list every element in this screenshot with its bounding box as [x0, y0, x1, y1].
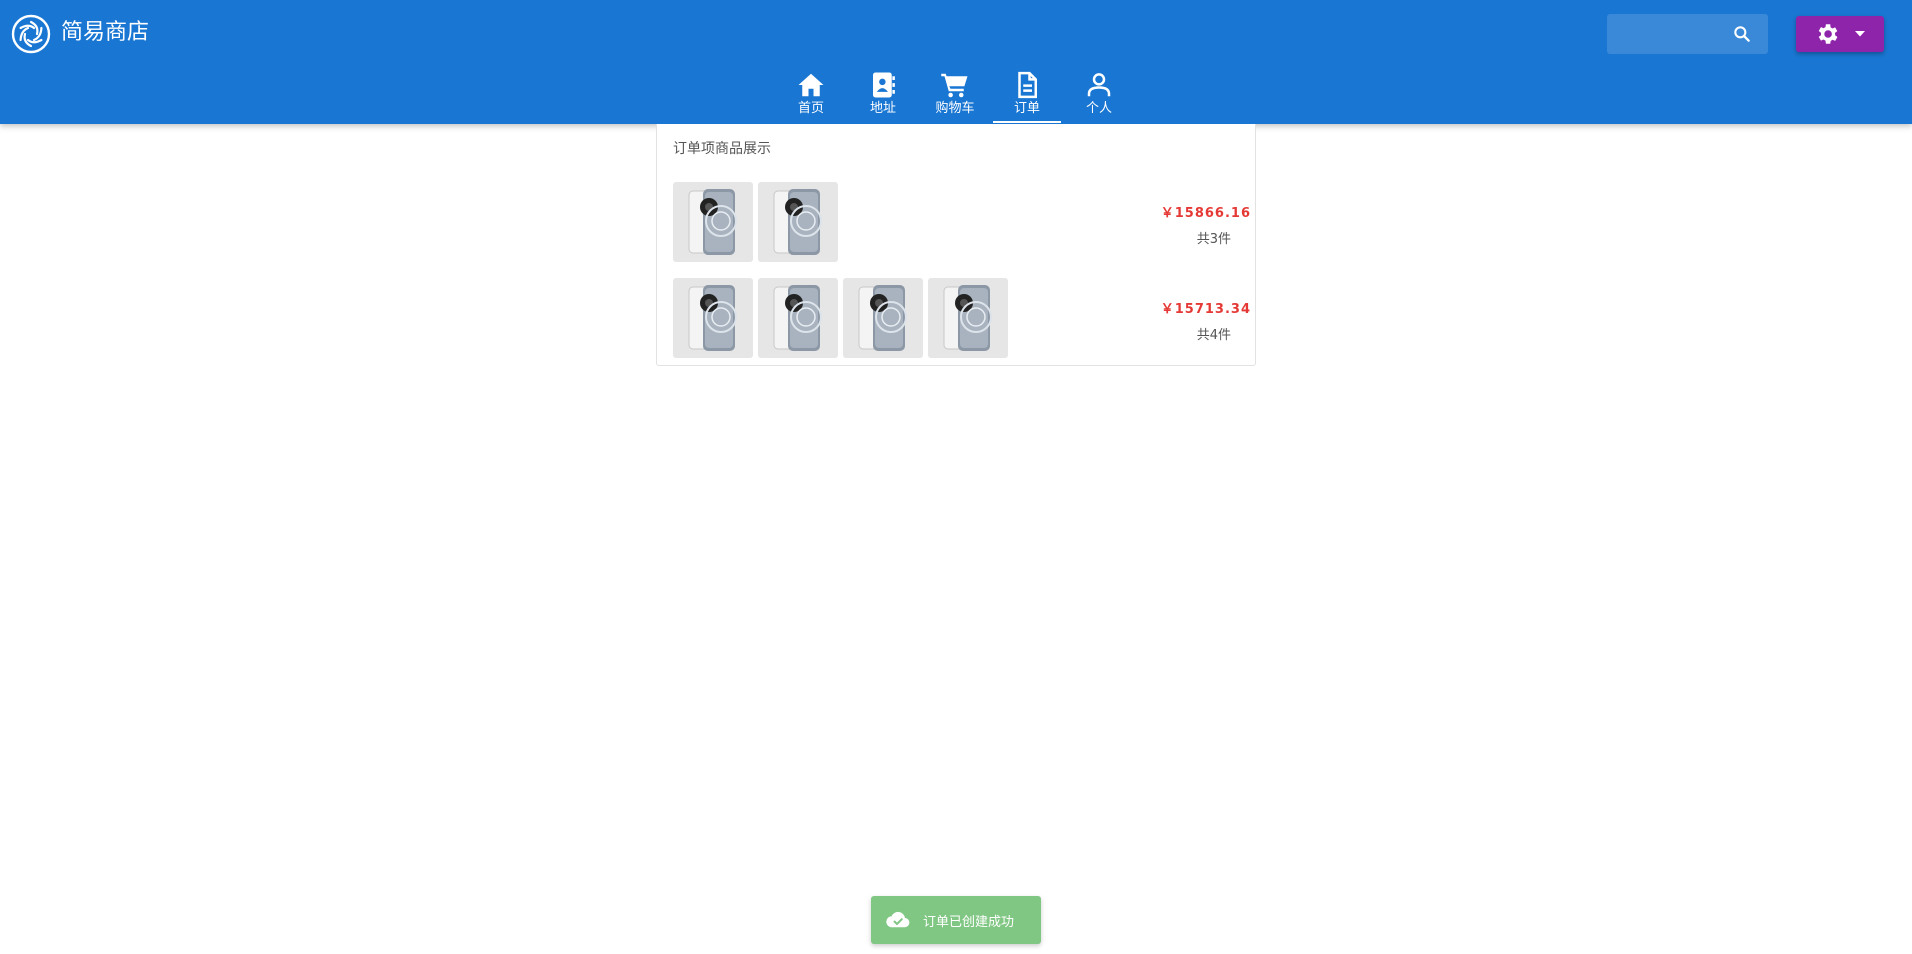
cart-icon — [941, 73, 968, 98]
product-thumbnail[interactable] — [758, 182, 838, 262]
search-icon[interactable] — [1732, 24, 1752, 44]
phone-image — [688, 189, 737, 255]
cloud-check-icon — [886, 911, 910, 928]
search-input[interactable] — [1607, 14, 1727, 54]
order-price: ￥15866.16 — [1160, 206, 1251, 221]
phone-image — [688, 285, 737, 351]
home-icon — [798, 73, 824, 97]
tab-label: 购物车 — [935, 101, 975, 116]
order-item-count: 共4件 — [1196, 328, 1231, 343]
product-thumbnail[interactable] — [673, 182, 753, 262]
phone-image — [773, 285, 822, 351]
order-price: ￥15713.34 — [1160, 302, 1251, 317]
phone-image — [858, 285, 907, 351]
product-thumbnail[interactable] — [928, 278, 1008, 358]
card-title: 订单项商品展示 — [673, 141, 771, 157]
tab-cart[interactable]: 购物车 — [919, 66, 991, 124]
tab-label: 首页 — [797, 101, 824, 116]
tab-label: 订单 — [1013, 101, 1040, 116]
user-icon — [1087, 73, 1111, 97]
brand-title[interactable]: 简易商店 — [61, 18, 149, 48]
product-thumbnail[interactable] — [843, 278, 923, 358]
phone-image — [943, 285, 992, 351]
caret-down-icon — [1855, 31, 1865, 37]
search-box[interactable] — [1607, 14, 1768, 54]
tab-label: 地址 — [869, 101, 896, 116]
phone-image — [773, 189, 822, 255]
order-row[interactable]: ￥15866.16 共3件 — [673, 182, 1250, 262]
document-icon — [1018, 71, 1037, 99]
main-nav: 首页 地址 购物车 订单 个人 — [0, 66, 1912, 124]
product-thumbnail[interactable] — [673, 278, 753, 358]
app-header: 简易商店 首页 地址 购物车 订单 个人 — [0, 0, 1912, 124]
order-item-count: 共3件 — [1196, 232, 1231, 247]
tab-address[interactable]: 地址 — [847, 66, 919, 124]
success-toast: 订单已创建成功 — [871, 896, 1041, 944]
contact-book-icon — [873, 72, 895, 98]
toast-message: 订单已创建成功 — [923, 914, 1015, 930]
order-items-card: 订单项商品展示 ￥15866.16 共3件 ￥15713.34 共4件 — [656, 124, 1256, 366]
tab-home[interactable]: 首页 — [775, 66, 847, 124]
tab-label: 个人 — [1085, 101, 1112, 116]
tab-orders[interactable]: 订单 — [991, 66, 1063, 124]
tab-profile[interactable]: 个人 — [1063, 66, 1135, 124]
order-row[interactable]: ￥15713.34 共4件 — [673, 278, 1250, 358]
settings-menu-button[interactable] — [1796, 16, 1884, 52]
logo-icon — [11, 14, 51, 54]
product-thumbnail[interactable] — [758, 278, 838, 358]
gear-icon — [1818, 24, 1838, 44]
